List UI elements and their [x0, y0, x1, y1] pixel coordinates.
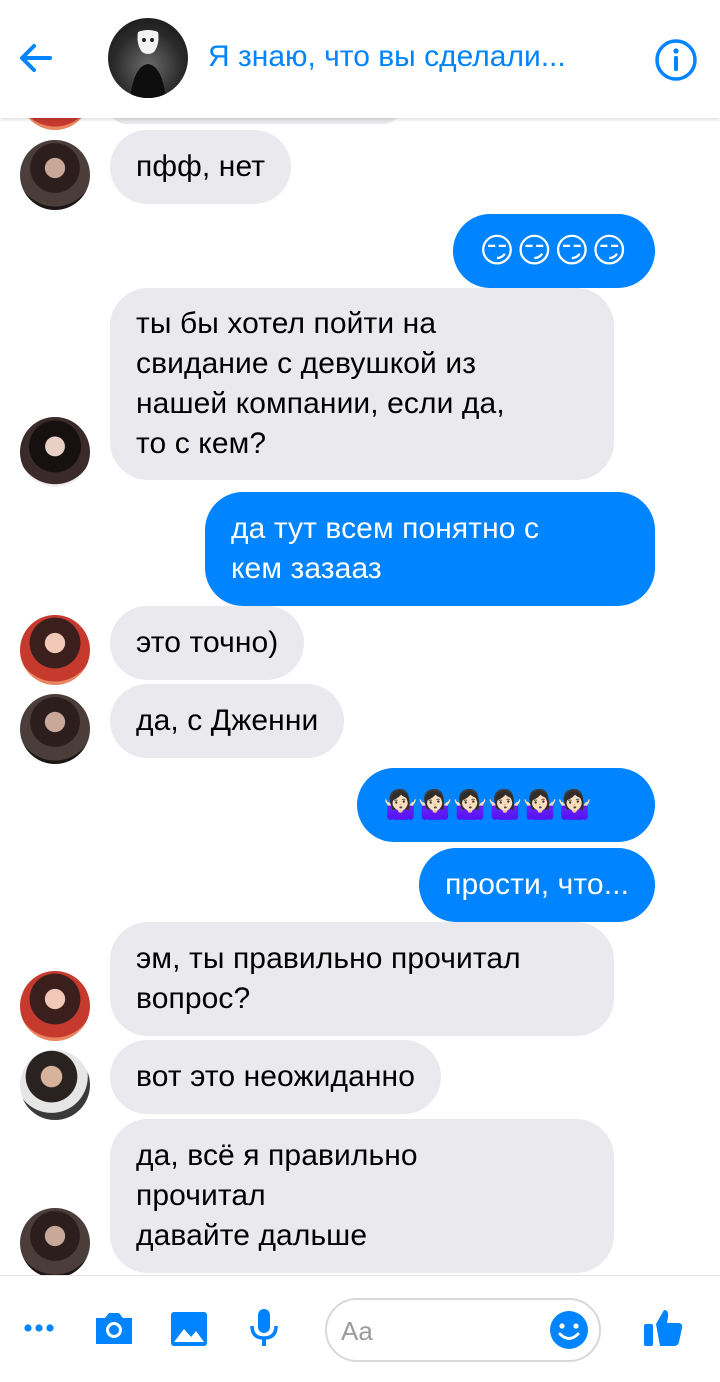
message-bubble[interactable]: да, всё я правильно прочитал давайте дал… [110, 1119, 614, 1273]
message-bubble-partial[interactable] [110, 118, 400, 124]
emoji-button[interactable] [547, 1308, 591, 1352]
avatar[interactable] [20, 615, 90, 685]
back-button[interactable] [14, 36, 58, 80]
avatar[interactable] [20, 694, 90, 764]
avatar[interactable] [20, 118, 90, 130]
message-bubble[interactable]: пфф, нет [110, 130, 292, 204]
message-list[interactable]: пфф, нет 😏😏😏😏 ты бы хотел пойти на свида… [0, 118, 720, 1275]
message-bubble[interactable]: да, с Дженни [110, 684, 345, 758]
arrow-left-icon [20, 44, 52, 72]
avatar[interactable] [20, 971, 90, 1041]
microphone-button[interactable] [240, 1304, 288, 1352]
message-bubble[interactable]: прости, что... [419, 848, 655, 922]
message-bubble[interactable]: вот это неожиданно [110, 1040, 442, 1114]
microphone-icon [250, 1309, 278, 1346]
composer-bar [0, 1275, 720, 1382]
message-bubble[interactable]: ты бы хотел пойти на свидание с девушкой… [110, 288, 614, 480]
message-field[interactable] [325, 1298, 601, 1362]
gallery-icon [171, 1312, 207, 1346]
message-bubble[interactable]: 😏😏😏😏 [453, 214, 655, 288]
message-input[interactable] [341, 1312, 551, 1350]
conversation-title[interactable]: Я знаю, что вы сделали... [208, 40, 628, 74]
avatar[interactable] [20, 1208, 90, 1275]
more-icon [24, 1324, 54, 1332]
camera-button[interactable] [90, 1304, 138, 1352]
camera-icon [96, 1313, 132, 1344]
info-icon [655, 39, 697, 81]
message-bubble[interactable]: это точно) [110, 606, 305, 680]
message-bubble[interactable]: 🤷🏻‍♀️🤷🏻‍♀️🤷🏻‍♀️🤷🏻‍♀️🤷🏻‍♀️🤷🏻‍♀️ [357, 768, 655, 842]
message-bubble[interactable]: эм, ты правильно прочитал вопрос? [110, 922, 614, 1036]
avatar[interactable] [20, 417, 90, 487]
avatar[interactable] [20, 140, 90, 210]
info-button[interactable] [652, 36, 700, 84]
message-bubble[interactable]: да тут всем понятно с кем зазааз [205, 492, 655, 606]
gallery-button[interactable] [165, 1304, 213, 1352]
conversation-avatar[interactable] [108, 18, 188, 98]
like-button[interactable] [640, 1304, 688, 1352]
avatar[interactable] [20, 1050, 90, 1120]
like-icon [644, 1310, 683, 1346]
emoji-icon [550, 1311, 588, 1349]
chat-header: Я знаю, что вы сделали... [0, 0, 720, 118]
more-button[interactable] [18, 1304, 66, 1352]
mask-icon [130, 30, 166, 98]
